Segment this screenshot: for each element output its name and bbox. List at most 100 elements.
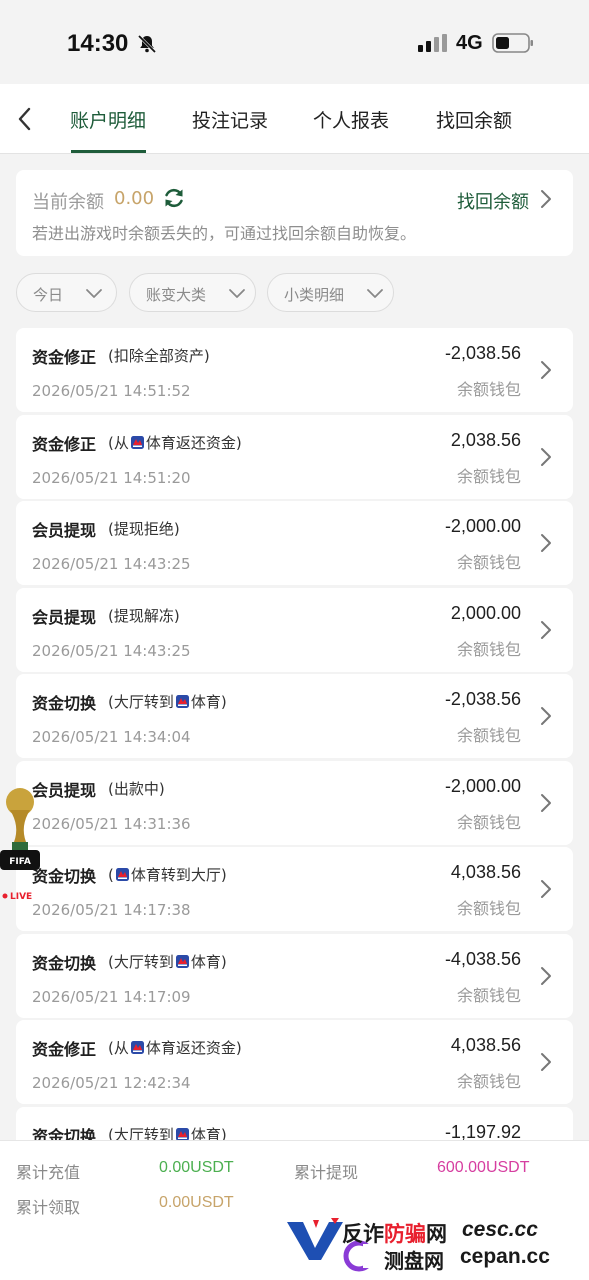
chevron-down-icon — [229, 289, 245, 298]
total-claim-value: 0.00USDT — [159, 1194, 234, 1211]
total-deposit-label: 累计充值 — [16, 1163, 81, 1182]
record-amount: 4,038.56 — [450, 862, 521, 882]
record-amount: -2,038.56 — [444, 689, 521, 709]
filter-subcategory[interactable]: 小类明细 — [267, 273, 394, 312]
sports-badge-icon — [175, 1127, 189, 1141]
record-row[interactable]: 资金修正 (扣除全部资产) 2026/05/21 14:51:52 -2,038.56… — [16, 328, 573, 412]
record-title: 资金修正 — [32, 348, 97, 367]
sports-badge-icon — [175, 954, 189, 968]
chevron-right-icon[interactable] — [539, 619, 553, 641]
record-title: 会员提现 — [32, 780, 97, 800]
chevron-right-icon[interactable] — [539, 705, 553, 727]
record-note: (体育转到大厅) — [108, 866, 227, 884]
chevron-right-icon[interactable] — [539, 188, 553, 210]
record-amount: -2,038.56 — [444, 343, 521, 363]
filter-date-label: 今日 — [33, 286, 64, 304]
chevron-down-icon — [86, 289, 102, 298]
watermark-url-2: cepan.cc — [460, 1245, 550, 1268]
record-time: 2026/05/21 14:51:20 — [32, 468, 191, 487]
back-chevron-icon[interactable] — [14, 106, 36, 132]
watermark-text-2: 测盘网 — [384, 1249, 444, 1273]
total-claim-label: 累计领取 — [16, 1198, 81, 1217]
tab-bet-records[interactable]: 投注记录 — [192, 106, 268, 133]
chevron-right-icon[interactable] — [539, 965, 553, 987]
tab-personal-report[interactable]: 个人报表 — [313, 106, 389, 133]
record-row[interactable]: 会员提现 (提现拒绝) 2026/05/21 14:43:25 -2,000.00 余额… — [16, 501, 573, 585]
chevron-right-icon[interactable] — [539, 878, 553, 900]
status-time: 14:30 — [67, 30, 129, 57]
refresh-icon[interactable] — [162, 186, 186, 210]
record-title: 资金切换 — [32, 867, 97, 886]
chevron-down-icon — [367, 289, 383, 298]
balance-label: 当前余额 — [32, 192, 104, 213]
tab-account-details[interactable]: 账户明细 — [70, 106, 146, 133]
record-title: 资金切换 — [32, 953, 97, 973]
sports-badge-icon — [130, 435, 144, 449]
record-time: 2026/05/21 14:51:52 — [32, 382, 191, 400]
record-title: 资金切换 — [32, 694, 97, 713]
record-note: (从 体育返还资金) — [108, 433, 242, 452]
record-time: 2026/05/21 12:42:34 — [32, 1074, 191, 1092]
filter-category[interactable]: 账变大类 — [129, 273, 256, 312]
record-row[interactable]: 资金切换 (大厅转到 体育) 2026/05/21 14:17:09 -4,038.56… — [16, 933, 573, 1018]
bell-muted-icon — [137, 34, 157, 54]
status-bar: 14:30 4G — [0, 0, 589, 84]
chevron-right-icon[interactable] — [539, 1051, 553, 1073]
record-time: 2026/05/21 14:17:09 — [32, 987, 191, 1006]
record-row[interactable]: 资金修正 (从 体育返还资金) 2026/05/21 14:51:20 2,038.56… — [16, 414, 573, 499]
record-time: 2026/05/21 14:43:25 — [32, 555, 191, 573]
fifa-label: FIFA — [9, 857, 31, 867]
battery-icon — [492, 33, 533, 53]
record-time: 2026/05/21 14:17:38 — [32, 901, 191, 919]
total-withdraw-value: 600.00USDT — [437, 1159, 530, 1176]
record-title: 会员提现 — [32, 607, 97, 627]
record-row[interactable]: 资金修正 (从 体育返还资金) 2026/05/21 12:42:34 4,038.56… — [16, 1020, 573, 1104]
active-tab-indicator — [71, 150, 146, 153]
filter-date[interactable]: 今日 — [16, 273, 117, 312]
record-amount: -2,000.00 — [444, 775, 521, 796]
record-note: (提现拒绝) — [108, 520, 180, 538]
record-wallet: 余额钱包 — [456, 985, 521, 1005]
top-nav: 账户明细 投注记录 个人报表 找回余额 — [0, 84, 589, 154]
chevron-right-icon[interactable] — [539, 532, 553, 554]
record-note: (大厅转到 体育) — [108, 693, 227, 711]
record-note: (提现解冻) — [108, 606, 180, 625]
record-amount: -4,038.56 — [444, 948, 521, 969]
record-wallet: 余额钱包 — [456, 899, 521, 918]
record-wallet: 余额钱包 — [456, 380, 521, 399]
record-row[interactable]: 资金切换 (大厅转到 体育) 2026/05/21 14:34:04 -2,038.56… — [16, 674, 573, 758]
watermark-url-1: cesc.cc — [462, 1218, 538, 1241]
record-note: (从 体育返还资金) — [108, 1039, 242, 1057]
network-type: 4G — [456, 32, 483, 54]
record-row[interactable]: 资金切换 (体育转到大厅) 2026/05/21 14:17:38 4,038.56 余… — [16, 847, 573, 931]
record-title: 资金修正 — [32, 434, 97, 454]
recover-balance-link[interactable]: 找回余额 — [457, 188, 529, 214]
sports-badge-icon — [175, 695, 189, 708]
record-wallet: 余额钱包 — [456, 726, 521, 745]
watermark-text-1: 反诈防骗网 — [342, 1222, 447, 1246]
record-row[interactable]: 会员提现 (出款中) 2026/05/21 14:31:36 -2,000.00 余额钱… — [16, 760, 573, 845]
tab-recover-balance[interactable]: 找回余额 — [436, 106, 512, 133]
record-row[interactable]: 会员提现 (提现解冻) 2026/05/21 14:43:25 2,000.00 余额钱… — [16, 587, 573, 672]
record-amount: 2,038.56 — [450, 429, 521, 450]
record-note: (出款中) — [108, 779, 165, 798]
chevron-right-icon[interactable] — [539, 446, 553, 468]
record-wallet: 余额钱包 — [456, 812, 521, 832]
record-wallet: 余额钱包 — [456, 1072, 521, 1091]
chevron-right-icon[interactable] — [539, 359, 553, 381]
filter-category-label: 账变大类 — [146, 286, 207, 304]
sports-badge-icon — [130, 1041, 144, 1054]
balance-hint: 若进出游戏时余额丢失的，可通过找回余额自助恢复。 — [32, 224, 417, 243]
fifa-live-label: LIVE — [10, 892, 32, 902]
record-time: 2026/05/21 14:43:25 — [32, 641, 191, 660]
filter-subcategory-label: 小类明细 — [284, 286, 345, 304]
record-note: (扣除全部资产) — [108, 347, 210, 365]
record-note: (大厅转到 体育) — [108, 952, 227, 971]
chevron-right-icon[interactable] — [539, 792, 553, 814]
total-deposit-value: 0.00USDT — [159, 1159, 234, 1176]
balance-value: 0.00 — [114, 188, 155, 209]
record-amount: 4,038.56 — [450, 1035, 521, 1055]
fifa-live-widget[interactable]: FIFA LIVE — [0, 786, 40, 904]
record-title: 资金修正 — [32, 1040, 97, 1059]
record-wallet: 余额钱包 — [456, 553, 521, 572]
